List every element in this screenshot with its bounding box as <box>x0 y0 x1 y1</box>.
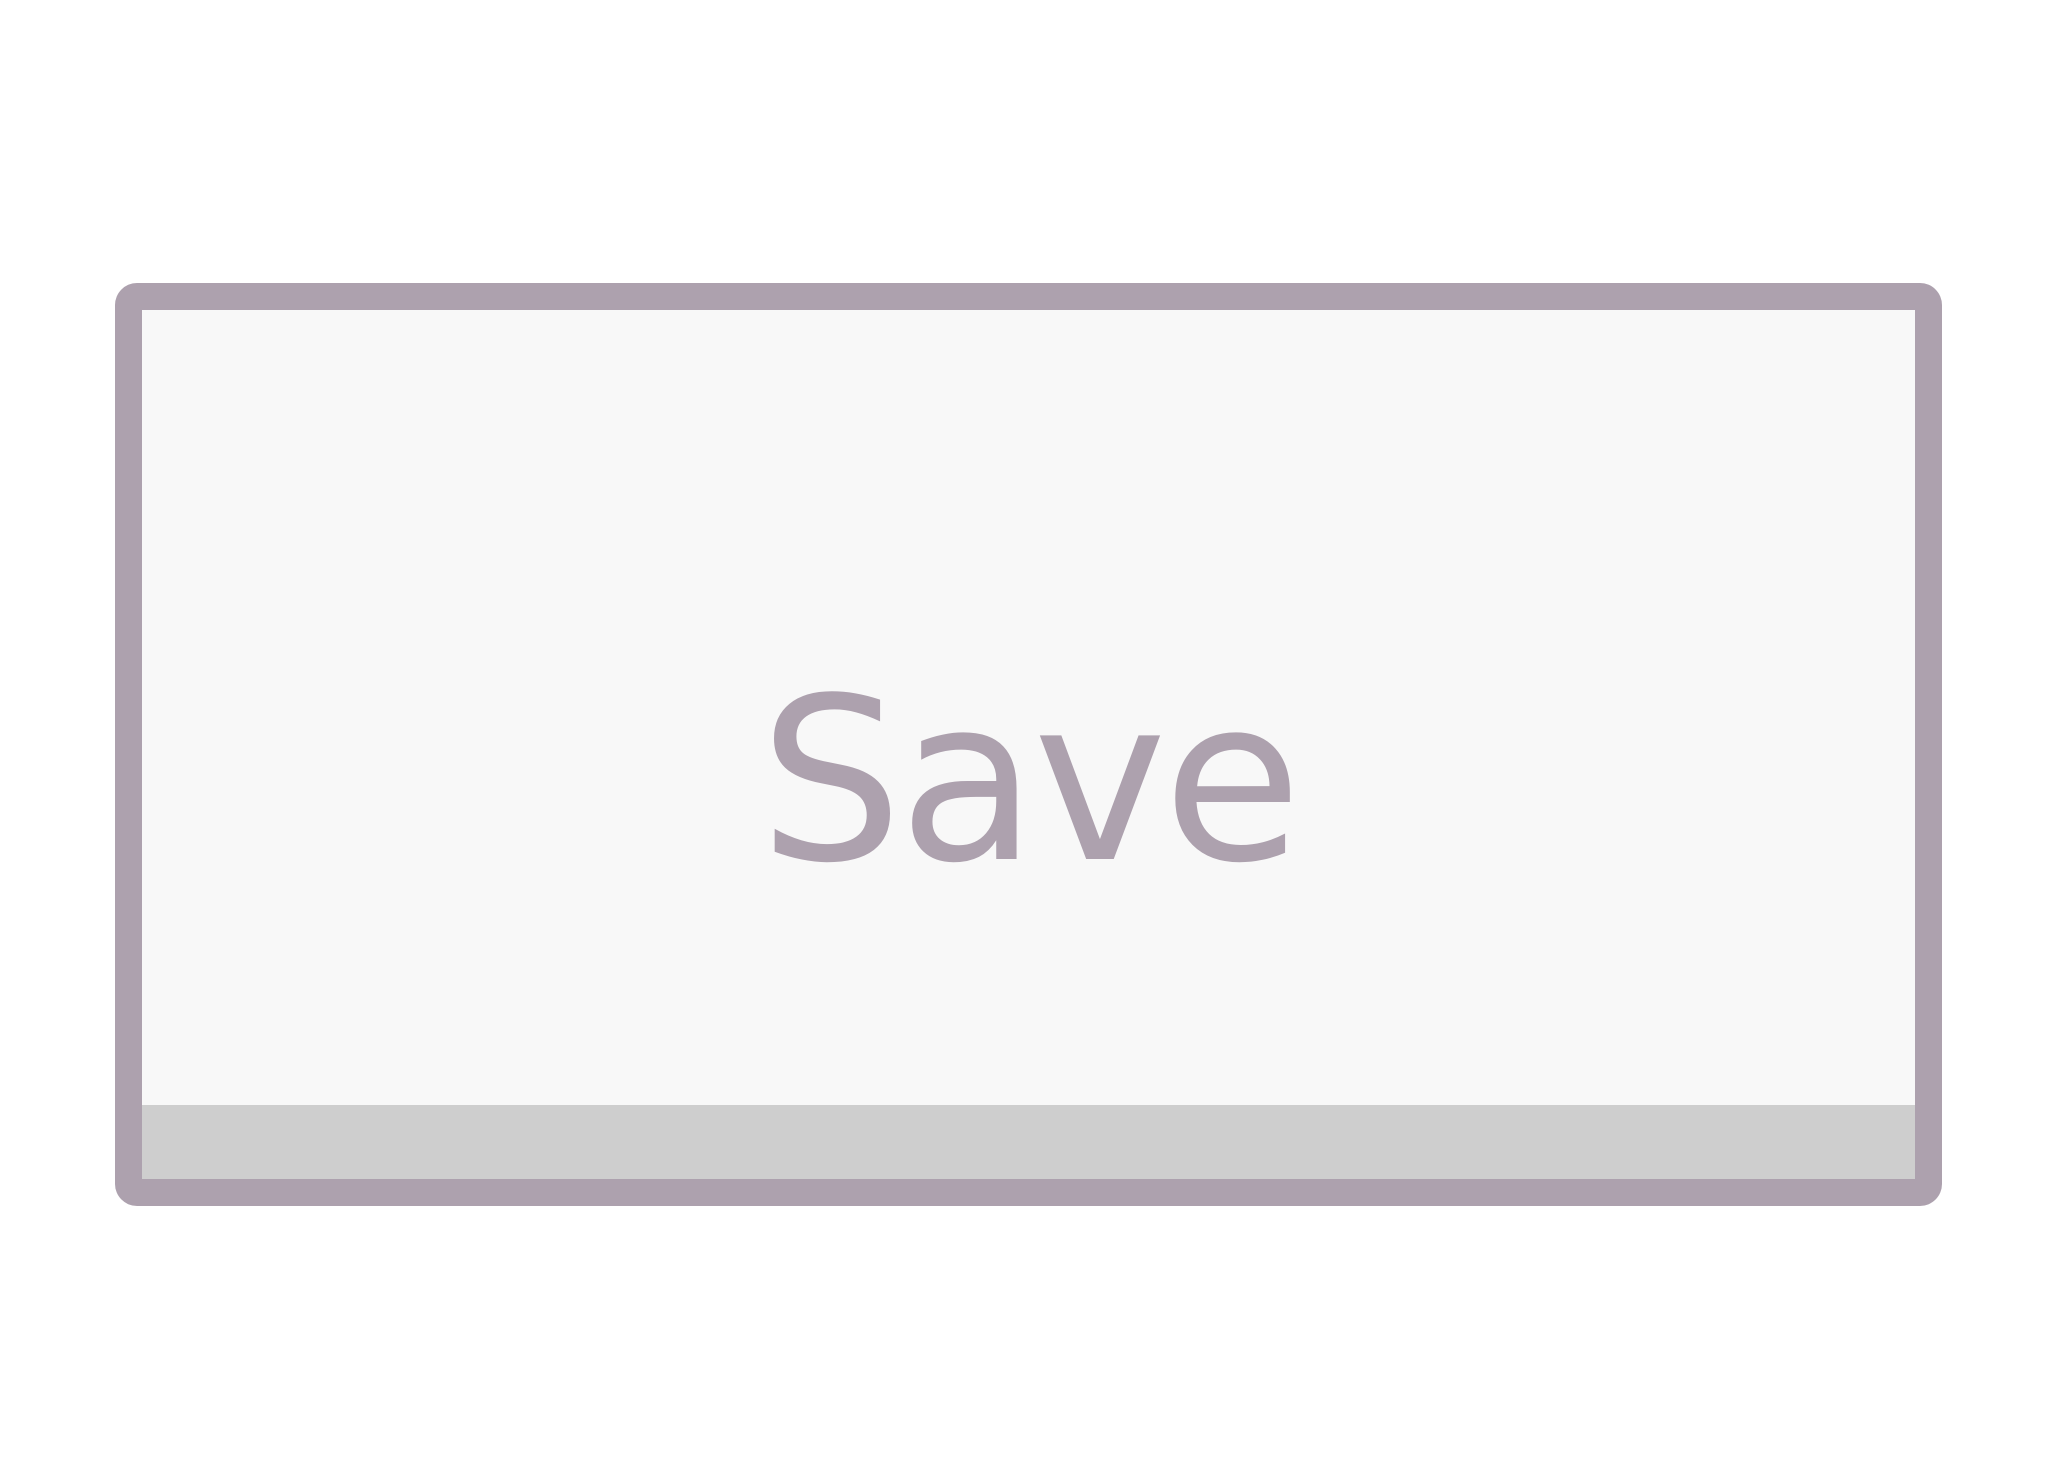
page: Save <box>0 0 2064 1457</box>
button-bottom-strip <box>142 1105 1915 1179</box>
save-button-label: Save <box>759 649 1302 913</box>
save-button[interactable]: Save <box>115 283 1942 1206</box>
